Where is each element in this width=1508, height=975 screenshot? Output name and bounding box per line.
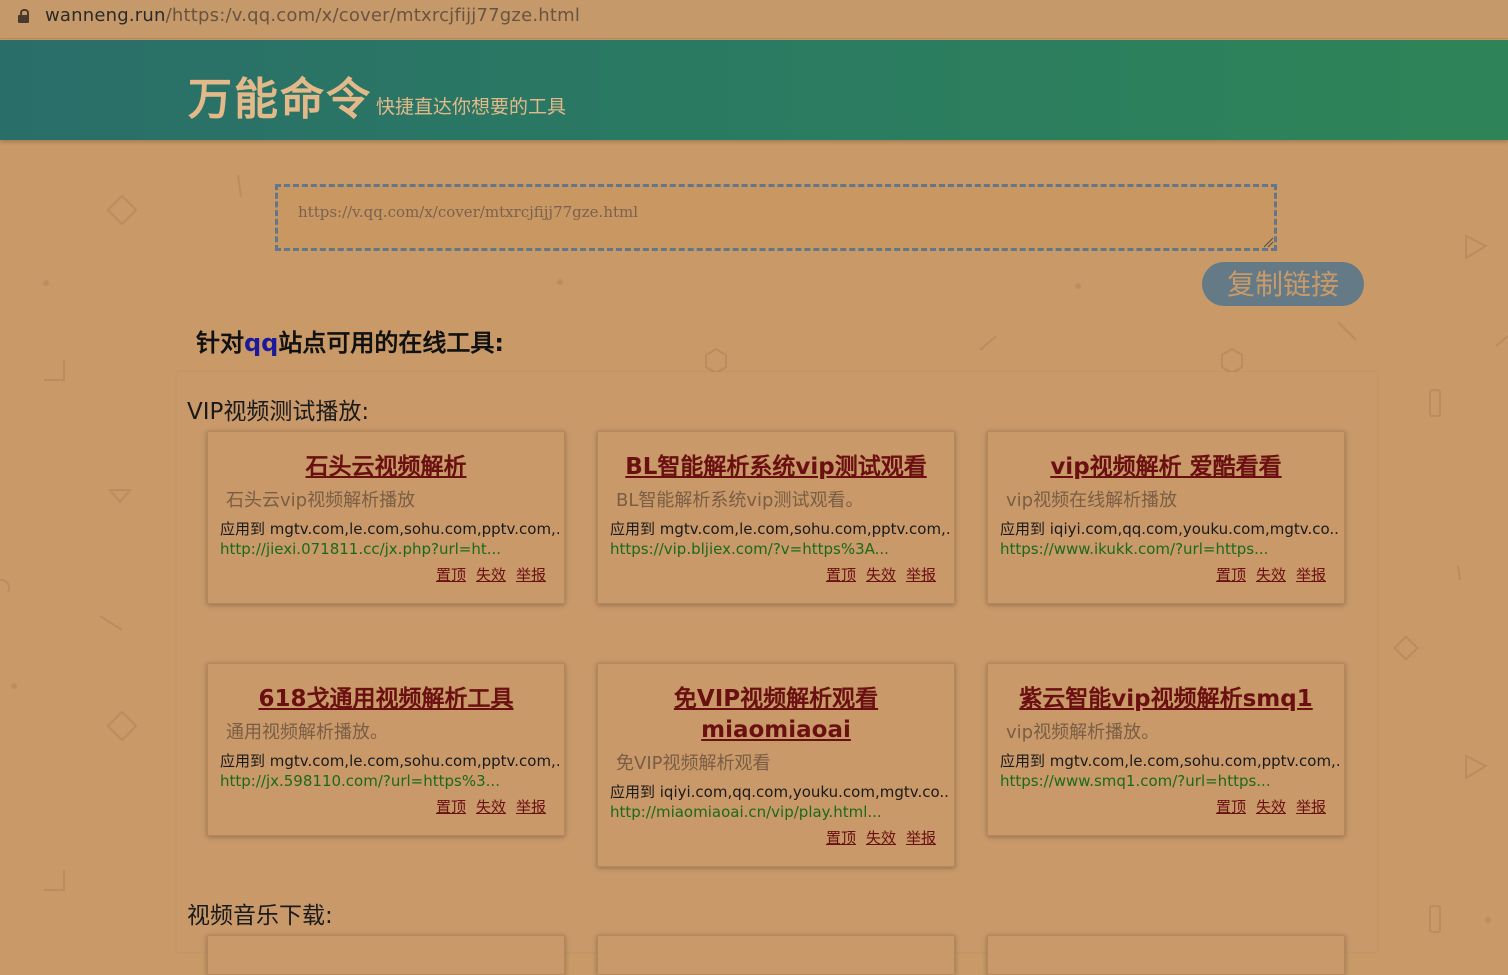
- tools-heading: 针对qq站点可用的在线工具:: [196, 323, 504, 358]
- pin-link[interactable]: 置顶: [1216, 798, 1246, 816]
- card-actions: 置顶 失效 举报: [816, 827, 936, 848]
- card-applies-to: 应用到 mgtv.com,le.com,sohu.com,pptv.com,..…: [610, 520, 950, 538]
- card-applies-to: 应用到 iqiyi.com,qq.com,youku.com,mgtv.co..…: [1000, 520, 1340, 538]
- card-actions: 置顶 失效 举报: [816, 564, 936, 585]
- group-title-download: 视频音乐下载:: [187, 903, 333, 929]
- card-url: http://jx.598110.com/?url=https%3...: [220, 772, 500, 790]
- card-url: https://www.ikukk.com/?url=https...: [1000, 540, 1269, 558]
- tools-heading-suffix: 站点可用的在线工具:: [278, 329, 504, 357]
- card-url: http://jiexi.071811.cc/jx.php?url=ht...: [220, 540, 502, 558]
- card-applies-to: 应用到 mgtv.com,le.com,sohu.com,pptv.com,..…: [220, 520, 560, 538]
- card-description: 免VIP视频解析观看: [616, 753, 771, 774]
- card-title-link[interactable]: 免VIP视频解析观看miaomiaoai: [598, 684, 954, 746]
- report-link[interactable]: 举报: [516, 566, 546, 584]
- card-title-link[interactable]: 紫云智能vip视频解析smq1: [988, 684, 1344, 715]
- invalid-link[interactable]: 失效: [476, 566, 506, 584]
- tool-card: [987, 935, 1345, 975]
- invalid-link[interactable]: 失效: [866, 566, 896, 584]
- card-url: https://www.smq1.com/?url=https...: [1000, 772, 1271, 790]
- resize-grip-icon[interactable]: [1262, 236, 1274, 248]
- tools-panel: VIP视频测试播放: 石头云视频解析 石头云vip视频解析播放 应用到 mgtv…: [177, 372, 1377, 975]
- address-url[interactable]: wanneng.run/https:/v.qq.com/x/cover/mtxr…: [45, 5, 580, 26]
- tool-card: 免VIP视频解析观看miaomiaoai 免VIP视频解析观看 应用到 iqiy…: [597, 663, 955, 867]
- report-link[interactable]: 举报: [516, 798, 546, 816]
- site-name: qq: [244, 329, 279, 357]
- card-actions: 置顶 失效 举报: [1206, 564, 1326, 585]
- card-actions: 置顶 失效 举报: [426, 796, 546, 817]
- card-title-link[interactable]: vip视频解析 爱酷看看: [988, 452, 1344, 483]
- invalid-link[interactable]: 失效: [1256, 566, 1286, 584]
- pin-link[interactable]: 置顶: [436, 798, 466, 816]
- tools-heading-prefix: 针对: [196, 329, 244, 357]
- card-title-link[interactable]: 618戈通用视频解析工具: [208, 684, 564, 715]
- card-actions: 置顶 失效 举报: [1206, 796, 1326, 817]
- site-logo[interactable]: 万能命令: [188, 63, 372, 127]
- pin-link[interactable]: 置顶: [826, 829, 856, 847]
- url-input[interactable]: https://v.qq.com/x/cover/mtxrcjfijj77gze…: [275, 184, 1277, 251]
- tool-card: BL智能解析系统vip测试观看 BL智能解析系统vip测试观看。 应用到 mgt…: [597, 431, 955, 604]
- tool-card: 紫云智能vip视频解析smq1 vip视频解析播放。 应用到 mgtv.com,…: [987, 663, 1345, 836]
- card-description: 石头云vip视频解析播放: [226, 490, 416, 511]
- card-url: http://miaomiaoai.cn/vip/play.html...: [610, 803, 882, 821]
- report-link[interactable]: 举报: [906, 566, 936, 584]
- card-applies-to: 应用到 mgtv.com,le.com,sohu.com,pptv.com,..…: [220, 752, 560, 770]
- card-url: https://vip.bljiex.com/?v=https%3A...: [610, 540, 889, 558]
- pin-link[interactable]: 置顶: [436, 566, 466, 584]
- report-link[interactable]: 举报: [1296, 566, 1326, 584]
- card-applies-to: 应用到 iqiyi.com,qq.com,youku.com,mgtv.co..…: [610, 783, 950, 801]
- tool-card: [207, 935, 565, 975]
- tool-card: vip视频解析 爱酷看看 vip视频在线解析播放 应用到 iqiyi.com,q…: [987, 431, 1345, 604]
- tool-card: [597, 935, 955, 975]
- site-tagline: 快捷直达你想要的工具: [376, 96, 567, 118]
- card-applies-to: 应用到 mgtv.com,le.com,sohu.com,pptv.com,..…: [1000, 752, 1340, 770]
- group-title-vip: VIP视频测试播放:: [187, 399, 370, 425]
- card-description: BL智能解析系统vip测试观看。: [616, 490, 864, 511]
- url-host: wanneng.run: [45, 5, 166, 26]
- pin-link[interactable]: 置顶: [826, 566, 856, 584]
- card-description: vip视频解析播放。: [1006, 722, 1160, 743]
- card-description: 通用视频解析播放。: [226, 722, 388, 743]
- invalid-link[interactable]: 失效: [866, 829, 896, 847]
- card-title-link[interactable]: 石头云视频解析: [208, 452, 564, 483]
- pin-link[interactable]: 置顶: [1216, 566, 1246, 584]
- lock-icon: [18, 9, 29, 23]
- report-link[interactable]: 举报: [906, 829, 936, 847]
- card-description: vip视频在线解析播放: [1006, 490, 1178, 511]
- tool-card: 石头云视频解析 石头云vip视频解析播放 应用到 mgtv.com,le.com…: [207, 431, 565, 604]
- browser-address-bar[interactable]: wanneng.run/https:/v.qq.com/x/cover/mtxr…: [0, 0, 1508, 39]
- card-actions: 置顶 失效 举报: [426, 564, 546, 585]
- invalid-link[interactable]: 失效: [1256, 798, 1286, 816]
- report-link[interactable]: 举报: [1296, 798, 1326, 816]
- tool-card: 618戈通用视频解析工具 通用视频解析播放。 应用到 mgtv.com,le.c…: [207, 663, 565, 836]
- site-header: 万能命令 快捷直达你想要的工具: [0, 40, 1508, 140]
- copy-link-button[interactable]: 复制链接: [1202, 262, 1364, 306]
- card-title-link[interactable]: BL智能解析系统vip测试观看: [598, 452, 954, 483]
- url-path: /https:/v.qq.com/x/cover/mtxrcjfijj77gze…: [165, 5, 581, 26]
- invalid-link[interactable]: 失效: [476, 798, 506, 816]
